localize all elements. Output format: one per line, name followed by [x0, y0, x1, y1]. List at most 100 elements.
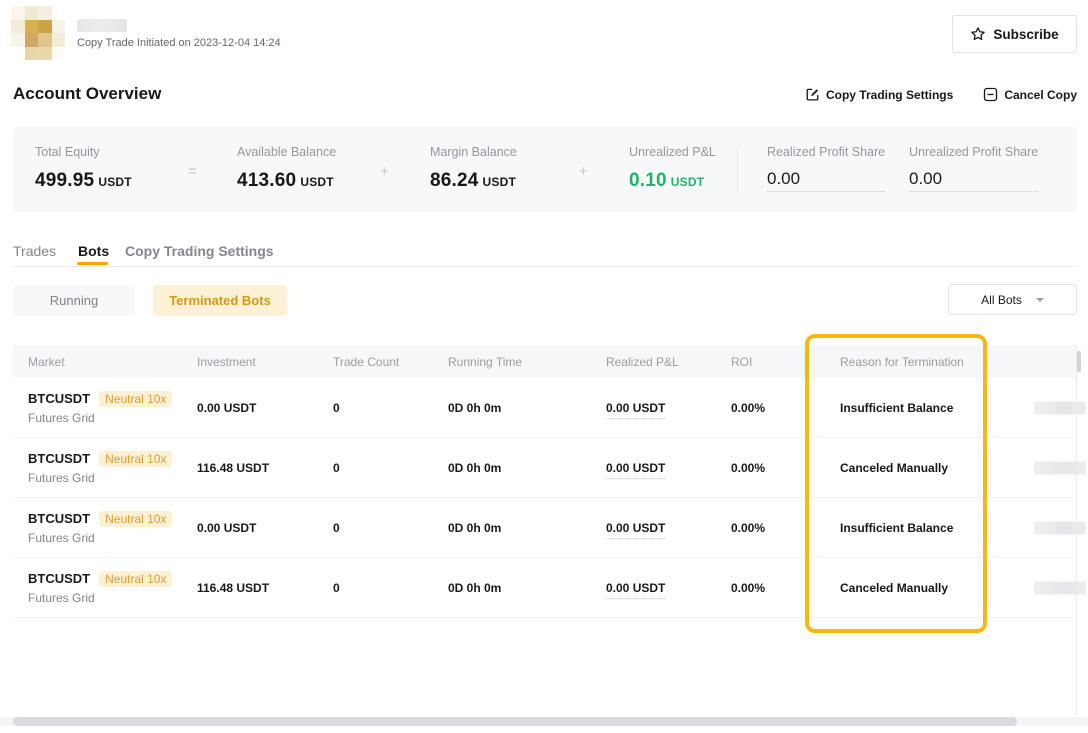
subscribe-button[interactable]: Subscribe — [952, 15, 1077, 53]
bot-filter-value: All Bots — [981, 293, 1022, 307]
stat-unit: USDT — [483, 175, 516, 189]
subscribe-label: Subscribe — [993, 27, 1058, 42]
bot-type: Futures Grid — [28, 411, 172, 425]
cancel-copy-label: Cancel Copy — [1004, 88, 1077, 102]
stat-label: Realized Profit Share — [767, 145, 885, 159]
vertical-scrollbar-thumb[interactable] — [1077, 351, 1081, 372]
copy-trading-settings-button[interactable]: Copy Trading Settings — [805, 87, 953, 102]
roi-value: 0.00% — [731, 521, 765, 535]
stat-value: 413.60 — [237, 170, 296, 191]
bot-type: Futures Grid — [28, 531, 172, 545]
col-header-reason: Reason for Termination — [840, 355, 964, 369]
strategy-badge: Neutral 10x — [99, 391, 172, 407]
tab-copy-trading-settings[interactable]: Copy Trading Settings — [125, 243, 274, 259]
table-row: BTCUSDTNeutral 10x Futures Grid 0.00 USD… — [13, 498, 1077, 558]
page-title: Account Overview — [13, 84, 161, 104]
stat-unit: USDT — [300, 175, 333, 189]
avatar — [11, 6, 65, 60]
stat-label: Unrealized P&L — [629, 145, 716, 159]
redacted-action[interactable] — [1034, 461, 1086, 474]
star-icon — [970, 26, 986, 42]
table-body: BTCUSDT Neutral 10x Futures Grid 0.00 USD… — [13, 378, 1077, 618]
realized-pnl-value: 0.00 USDT — [606, 581, 665, 599]
market-symbol: BTCUSDT — [28, 391, 90, 406]
strategy-badge: Neutral 10x — [99, 511, 172, 527]
cancel-copy-button[interactable]: Cancel Copy — [983, 87, 1077, 102]
termination-reason: Canceled Manually — [840, 581, 948, 595]
col-header-investment: Investment — [197, 355, 256, 369]
stat-unrealized-pnl: Unrealized P&L 0.10 USDT — [629, 145, 716, 192]
plus-separator: + — [579, 163, 588, 180]
copy-trade-initiated-text: Copy Trade Initiated on 2023-12-04 14:24 — [77, 37, 281, 49]
strategy-badge: Neutral 10x — [99, 451, 172, 467]
roi-value: 0.00% — [731, 581, 765, 595]
tabs-divider — [13, 266, 1077, 267]
stat-value: 0.00 — [909, 169, 1038, 192]
col-header-trade-count: Trade Count — [333, 355, 399, 369]
table-row: BTCUSDT Neutral 10x Futures Grid 0.00 USD… — [13, 378, 1077, 438]
redacted-action[interactable] — [1034, 581, 1086, 594]
bot-type: Futures Grid — [28, 471, 172, 485]
horizontal-scrollbar-thumb[interactable] — [13, 717, 1017, 726]
stat-label: Unrealized Profit Share — [909, 145, 1038, 159]
stat-realized-profit-share: Realized Profit Share 0.00 — [767, 145, 885, 192]
termination-reason: Insufficient Balance — [840, 401, 953, 415]
investment-value: 0.00 USDT — [197, 401, 256, 415]
copy-trading-settings-label: Copy Trading Settings — [826, 88, 953, 102]
table-row: BTCUSDTNeutral 10x Futures Grid 116.48 U… — [13, 438, 1077, 498]
stats-divider — [737, 147, 738, 195]
trade-count-value: 0 — [333, 401, 340, 415]
copy-trading-page: Copy Trade Initiated on 2023-12-04 14:24… — [0, 0, 1088, 733]
running-time-value: 0D 0h 0m — [448, 461, 501, 475]
active-tab-underline — [77, 262, 108, 265]
col-header-market: Market — [28, 355, 65, 369]
account-stats-panel: Total Equity 499.95 USDT = Available Bala… — [13, 127, 1077, 212]
table-row: BTCUSDT Neutral 10x Futures Grid 116.48 U… — [13, 558, 1077, 618]
trade-count-value: 0 — [333, 521, 340, 535]
roi-value: 0.00% — [731, 461, 765, 475]
bot-type: Futures Grid — [28, 591, 172, 605]
market-symbol: BTCUSDT — [28, 451, 90, 466]
realized-pnl-value: 0.00 USDT — [606, 521, 665, 539]
plus-separator: + — [380, 163, 389, 180]
redacted-action[interactable] — [1034, 521, 1086, 534]
tab-trades[interactable]: Trades — [13, 243, 56, 259]
running-time-value: 0D 0h 0m — [448, 521, 501, 535]
stat-value: 0.00 — [767, 169, 885, 192]
stat-margin-balance: Margin Balance 86.24USDT — [430, 145, 517, 192]
stat-value: 0.10 — [629, 170, 667, 191]
edit-icon — [805, 87, 820, 102]
tab-bots[interactable]: Bots — [78, 243, 109, 259]
table-header: Market Investment Trade Count Running Ti… — [13, 345, 1077, 378]
stat-value: 499.95 — [35, 170, 94, 191]
equals-separator: = — [188, 163, 197, 180]
stat-total-equity: Total Equity 499.95 USDT — [35, 145, 132, 192]
col-header-roi: ROI — [731, 355, 752, 369]
col-header-running-time: Running Time — [448, 355, 522, 369]
trader-name-redacted — [77, 19, 127, 32]
roi-value: 0.00% — [731, 401, 765, 415]
overview-actions: Copy Trading Settings Cancel Copy — [805, 87, 1077, 102]
realized-pnl-value: 0.00 USDT — [606, 401, 665, 419]
termination-reason: Canceled Manually — [840, 461, 948, 475]
stat-label: Margin Balance — [430, 145, 517, 159]
running-time-value: 0D 0h 0m — [448, 581, 501, 595]
redacted-action[interactable] — [1034, 401, 1086, 414]
termination-reason: Insufficient Balance — [840, 521, 953, 535]
stat-unit: USDT — [671, 175, 704, 189]
bot-filter-dropdown[interactable]: All Bots — [948, 284, 1077, 315]
investment-value: 116.48 USDT — [197, 581, 269, 595]
stat-available-balance: Available Balance 413.60 USDT — [237, 145, 336, 192]
stat-label: Total Equity — [35, 145, 132, 159]
filter-terminated-bots[interactable]: Terminated Bots — [153, 285, 287, 316]
investment-value: 0.00 USDT — [197, 521, 256, 535]
stat-label: Available Balance — [237, 145, 336, 159]
running-time-value: 0D 0h 0m — [448, 401, 501, 415]
market-symbol: BTCUSDT — [28, 571, 90, 586]
chevron-down-icon — [1036, 298, 1044, 302]
minus-square-icon — [983, 87, 998, 102]
filter-running[interactable]: Running — [13, 285, 135, 316]
stat-unit: USDT — [98, 175, 131, 189]
trade-count-value: 0 — [333, 461, 340, 475]
strategy-badge: Neutral 10x — [99, 571, 172, 587]
